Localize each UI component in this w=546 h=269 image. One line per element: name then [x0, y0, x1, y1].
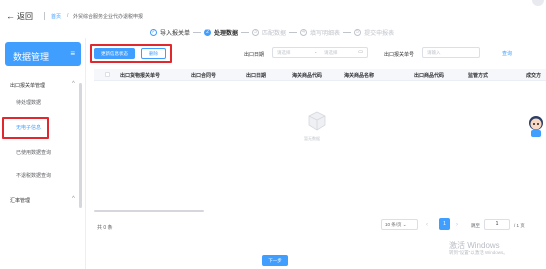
breadcrumb-separator: / [67, 13, 69, 19]
step-label: 填写明细表 [310, 30, 341, 37]
sidebar-group-declaration[interactable]: 出口报关单管理 [10, 82, 45, 89]
sidebar-group-exchange-rate[interactable]: 汇率管理 [10, 197, 30, 204]
table-horizontal-scrollbar[interactable] [94, 210, 204, 212]
main-content: 更新信息状态 删除 出口日期 请选择 - 请选择 ▭ 出口报关单号 请输入 查询… [86, 38, 546, 269]
assistant-mascot-icon[interactable] [526, 114, 546, 138]
step-label: 匹配数据 [262, 30, 287, 37]
total-pages: / 1 页 [514, 223, 525, 228]
column-header[interactable]: 监管方式 [468, 72, 488, 79]
select-all-checkbox[interactable] [105, 72, 110, 77]
activation-watermark-text: 转到"设置"以激活 Windows。 [449, 250, 508, 255]
sidebar-item-used-data[interactable]: 已使用数据查询 [16, 149, 51, 156]
step-label: 提交申报表 [364, 30, 395, 37]
step-check-icon: ✓ [150, 28, 157, 36]
date-separator: - [315, 50, 317, 55]
chevron-left-icon[interactable]: ‹ [426, 222, 428, 228]
chevron-right-icon[interactable]: › [456, 222, 458, 228]
breadcrumb-home[interactable]: 首页 [51, 13, 61, 20]
column-header[interactable]: 海关商品名称 [344, 72, 374, 79]
column-header[interactable]: 出口合同号 [191, 72, 216, 79]
delete-button[interactable]: 删除 [141, 48, 166, 59]
column-header[interactable]: 出口日期 [246, 72, 266, 79]
step-number: 3 [252, 28, 260, 36]
export-date-label: 出口日期 [244, 52, 265, 58]
step-1: ✓ 导入报关单 [150, 28, 190, 37]
total-count: 共 0 条 [97, 225, 113, 231]
avatar[interactable] [532, 0, 544, 6]
page-size-value: 10 条/页 [385, 222, 402, 227]
step-connector [193, 31, 202, 33]
step-number: 5 [354, 28, 362, 36]
chevron-up-icon[interactable]: ^ [72, 196, 75, 202]
export-date-range-picker[interactable]: 请选择 - 请选择 ▭ [272, 47, 368, 58]
page-number-current[interactable]: 1 [439, 218, 450, 230]
goto-label: 跳至 [471, 223, 480, 228]
update-status-button[interactable]: 更新信息状态 [94, 48, 135, 59]
chevron-up-icon[interactable]: ^ [72, 81, 75, 87]
empty-text: 暂无数据 [304, 136, 320, 141]
back-arrow-icon[interactable]: ← [6, 11, 15, 21]
steps-progress: ✓ 导入报关单 2 处理数据 3 匹配数据 4 填写明细表 5 提交申报表 [150, 27, 394, 37]
step-3: 3 匹配数据 [252, 28, 286, 37]
declaration-number-label: 出口报关单号 [384, 52, 415, 58]
declaration-number-input[interactable]: 请输入 [422, 47, 480, 58]
step-connector [343, 31, 352, 33]
column-header[interactable]: 出口货物报关单号 [120, 72, 160, 79]
query-button[interactable]: 查询 [502, 50, 512, 57]
breadcrumb-current: 外贸综合服务企业代办退税申报 [73, 14, 144, 20]
sidebar-title: 数据管理 [13, 52, 50, 62]
date-start-input[interactable]: 请选择 [277, 50, 291, 56]
back-button[interactable]: 返回 [17, 11, 33, 22]
step-label: 处理数据 [214, 30, 239, 37]
step-number: 2 [204, 28, 212, 36]
next-step-button[interactable]: 下一步 [262, 255, 288, 266]
menu-collapse-icon[interactable]: ≡ [70, 49, 75, 58]
sidebar-scrollbar[interactable] [79, 83, 82, 208]
page-size-select[interactable]: 10 条/页 ⌄ [381, 219, 418, 230]
step-2: 2 处理数据 [204, 28, 238, 37]
step-5: 5 提交申报表 [354, 28, 394, 37]
empty-box-icon [308, 111, 326, 131]
sidebar-item-no-refund[interactable]: 不退税数据查询 [16, 172, 51, 179]
column-header[interactable]: 成交方 [526, 72, 541, 79]
table-header: 出口货物报关单号 出口合同号 出口日期 海关商品代码 海关商品名称 出口商品代码… [94, 69, 546, 81]
step-4: 4 填写明细表 [300, 28, 340, 37]
calendar-icon: ▭ [358, 49, 363, 55]
divider [44, 12, 45, 20]
highlight-box [2, 117, 49, 139]
sidebar-header: 数据管理 ≡ [5, 42, 81, 66]
step-connector [289, 31, 298, 33]
column-header[interactable]: 出口商品代码 [414, 72, 444, 79]
sidebar: 数据管理 ≡ 出口报关单管理 ^ 待处理数据 无电子信息 已使用数据查询 不退税… [0, 38, 86, 269]
step-number: 4 [300, 28, 308, 36]
date-end-input[interactable]: 请选择 [324, 50, 338, 56]
goto-page-input[interactable]: 1 [484, 219, 510, 230]
sidebar-item-pending[interactable]: 待处理数据 [16, 99, 41, 106]
step-label: 导入报关单 [160, 30, 191, 37]
column-header[interactable]: 海关商品代码 [292, 72, 322, 79]
step-connector [241, 31, 250, 33]
